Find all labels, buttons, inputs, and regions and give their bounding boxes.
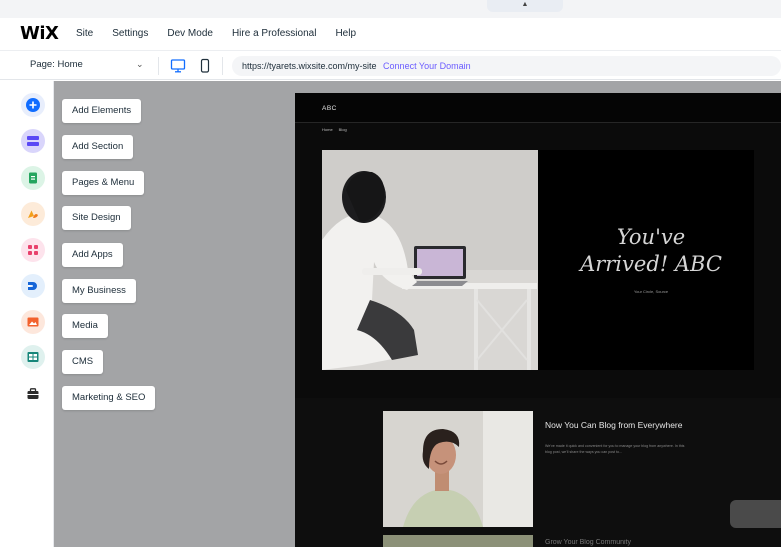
media-button[interactable]: Media — [62, 314, 108, 338]
menu-help[interactable]: Help — [335, 28, 356, 39]
site-name[interactable]: ABC — [322, 105, 337, 112]
divider — [222, 57, 223, 75]
page-selector[interactable]: Page: Home — [30, 59, 83, 70]
chevron-up-icon: ▲ — [521, 1, 529, 8]
add-elements-icon — [26, 98, 40, 112]
top-menu-bar: WiX Site Settings Dev Mode Hire a Profes… — [0, 0, 781, 50]
woman-portrait-illustration — [383, 411, 533, 527]
blog-post-excerpt[interactable]: We've made it quick and convenient for y… — [545, 444, 685, 455]
connect-domain-link[interactable]: Connect Your Domain — [383, 61, 471, 71]
desktop-view-button[interactable] — [169, 58, 187, 74]
hero-title-line-1: You've — [616, 225, 686, 249]
desktop-icon — [170, 59, 186, 73]
menu-site[interactable]: Site — [76, 28, 93, 39]
hero-title[interactable]: You've Arrived! ABC — [548, 224, 754, 278]
cms-rail-button[interactable] — [21, 345, 45, 369]
collapse-topbar-button[interactable]: ▲ — [487, 0, 563, 12]
next-post-title[interactable]: Grow Your Blog Community — [545, 539, 665, 546]
site-nav-blog[interactable]: Blog — [339, 127, 347, 132]
hero-section[interactable]: You've Arrived! ABC Your Circle, Source — [322, 150, 754, 370]
my-business-rail-button[interactable] — [21, 274, 45, 298]
marketing-seo-icon — [27, 388, 39, 399]
add-apps-rail-button[interactable] — [21, 238, 45, 262]
mobile-icon — [200, 58, 210, 73]
blog-post-image[interactable] — [383, 411, 533, 527]
media-rail-button[interactable] — [21, 310, 45, 334]
mobile-view-button[interactable] — [196, 58, 214, 74]
blog-post-title[interactable]: Now You Can Blog from Everywhere — [545, 420, 695, 431]
site-design-rail-button[interactable] — [21, 202, 45, 226]
person-at-laptop-illustration — [322, 150, 538, 370]
cms-icon — [27, 352, 39, 362]
chat-widget-button[interactable] — [730, 500, 781, 528]
cms-button[interactable]: CMS — [62, 350, 104, 374]
editor-subbar: Page: Home ⌄ https://tyarets.wixsite.com… — [0, 50, 781, 80]
site-design-icon — [28, 210, 38, 218]
marketing-seo-button[interactable]: Marketing & SEO — [62, 386, 156, 410]
menu-dev-mode[interactable]: Dev Mode — [167, 28, 213, 39]
divider — [158, 57, 159, 75]
blog-section[interactable]: Now You Can Blog from Everywhere We've m… — [295, 398, 781, 547]
top-nav: Site Settings Dev Mode Hire a Profession… — [76, 28, 375, 39]
add-section-icon — [27, 136, 39, 146]
site-design-button[interactable]: Site Design — [62, 206, 131, 230]
add-elements-rail-button[interactable] — [21, 93, 45, 117]
add-section-rail-button[interactable] — [21, 129, 45, 153]
my-business-icon — [28, 282, 37, 290]
hero-image[interactable] — [322, 150, 538, 370]
site-url-bar[interactable]: https://tyarets.wixsite.com/my-site Conn… — [232, 56, 781, 76]
media-icon — [27, 317, 39, 327]
site-preview[interactable]: ABC Home Blog You've Arrived! ABC Your C… — [295, 93, 781, 547]
site-nav-menu[interactable]: Home Blog — [322, 127, 347, 132]
add-apps-button[interactable]: Add Apps — [62, 243, 123, 267]
add-elements-button[interactable]: Add Elements — [62, 99, 142, 123]
hero-title-line-2: Arrived! ABC — [580, 252, 722, 276]
next-post-image[interactable] — [383, 535, 533, 547]
left-tool-rail — [12, 81, 54, 547]
marketing-seo-rail-button[interactable] — [21, 382, 45, 406]
add-apps-icon — [28, 245, 38, 255]
wix-logo[interactable]: WiX — [20, 23, 59, 44]
pages-menu-button[interactable]: Pages & Menu — [62, 171, 145, 195]
site-header[interactable]: ABC — [295, 93, 781, 123]
hero-subtitle[interactable]: Your Circle, Source — [548, 289, 754, 294]
my-business-button[interactable]: My Business — [62, 279, 136, 303]
site-url: https://tyarets.wixsite.com/my-site — [242, 61, 377, 71]
pages-menu-icon — [29, 172, 37, 184]
pages-menu-rail-button[interactable] — [21, 166, 45, 190]
menu-hire-professional[interactable]: Hire a Professional — [232, 28, 316, 39]
site-nav-home[interactable]: Home — [322, 127, 333, 132]
add-section-button[interactable]: Add Section — [62, 135, 134, 159]
chevron-down-icon[interactable]: ⌄ — [136, 59, 144, 70]
menu-settings[interactable]: Settings — [112, 28, 148, 39]
